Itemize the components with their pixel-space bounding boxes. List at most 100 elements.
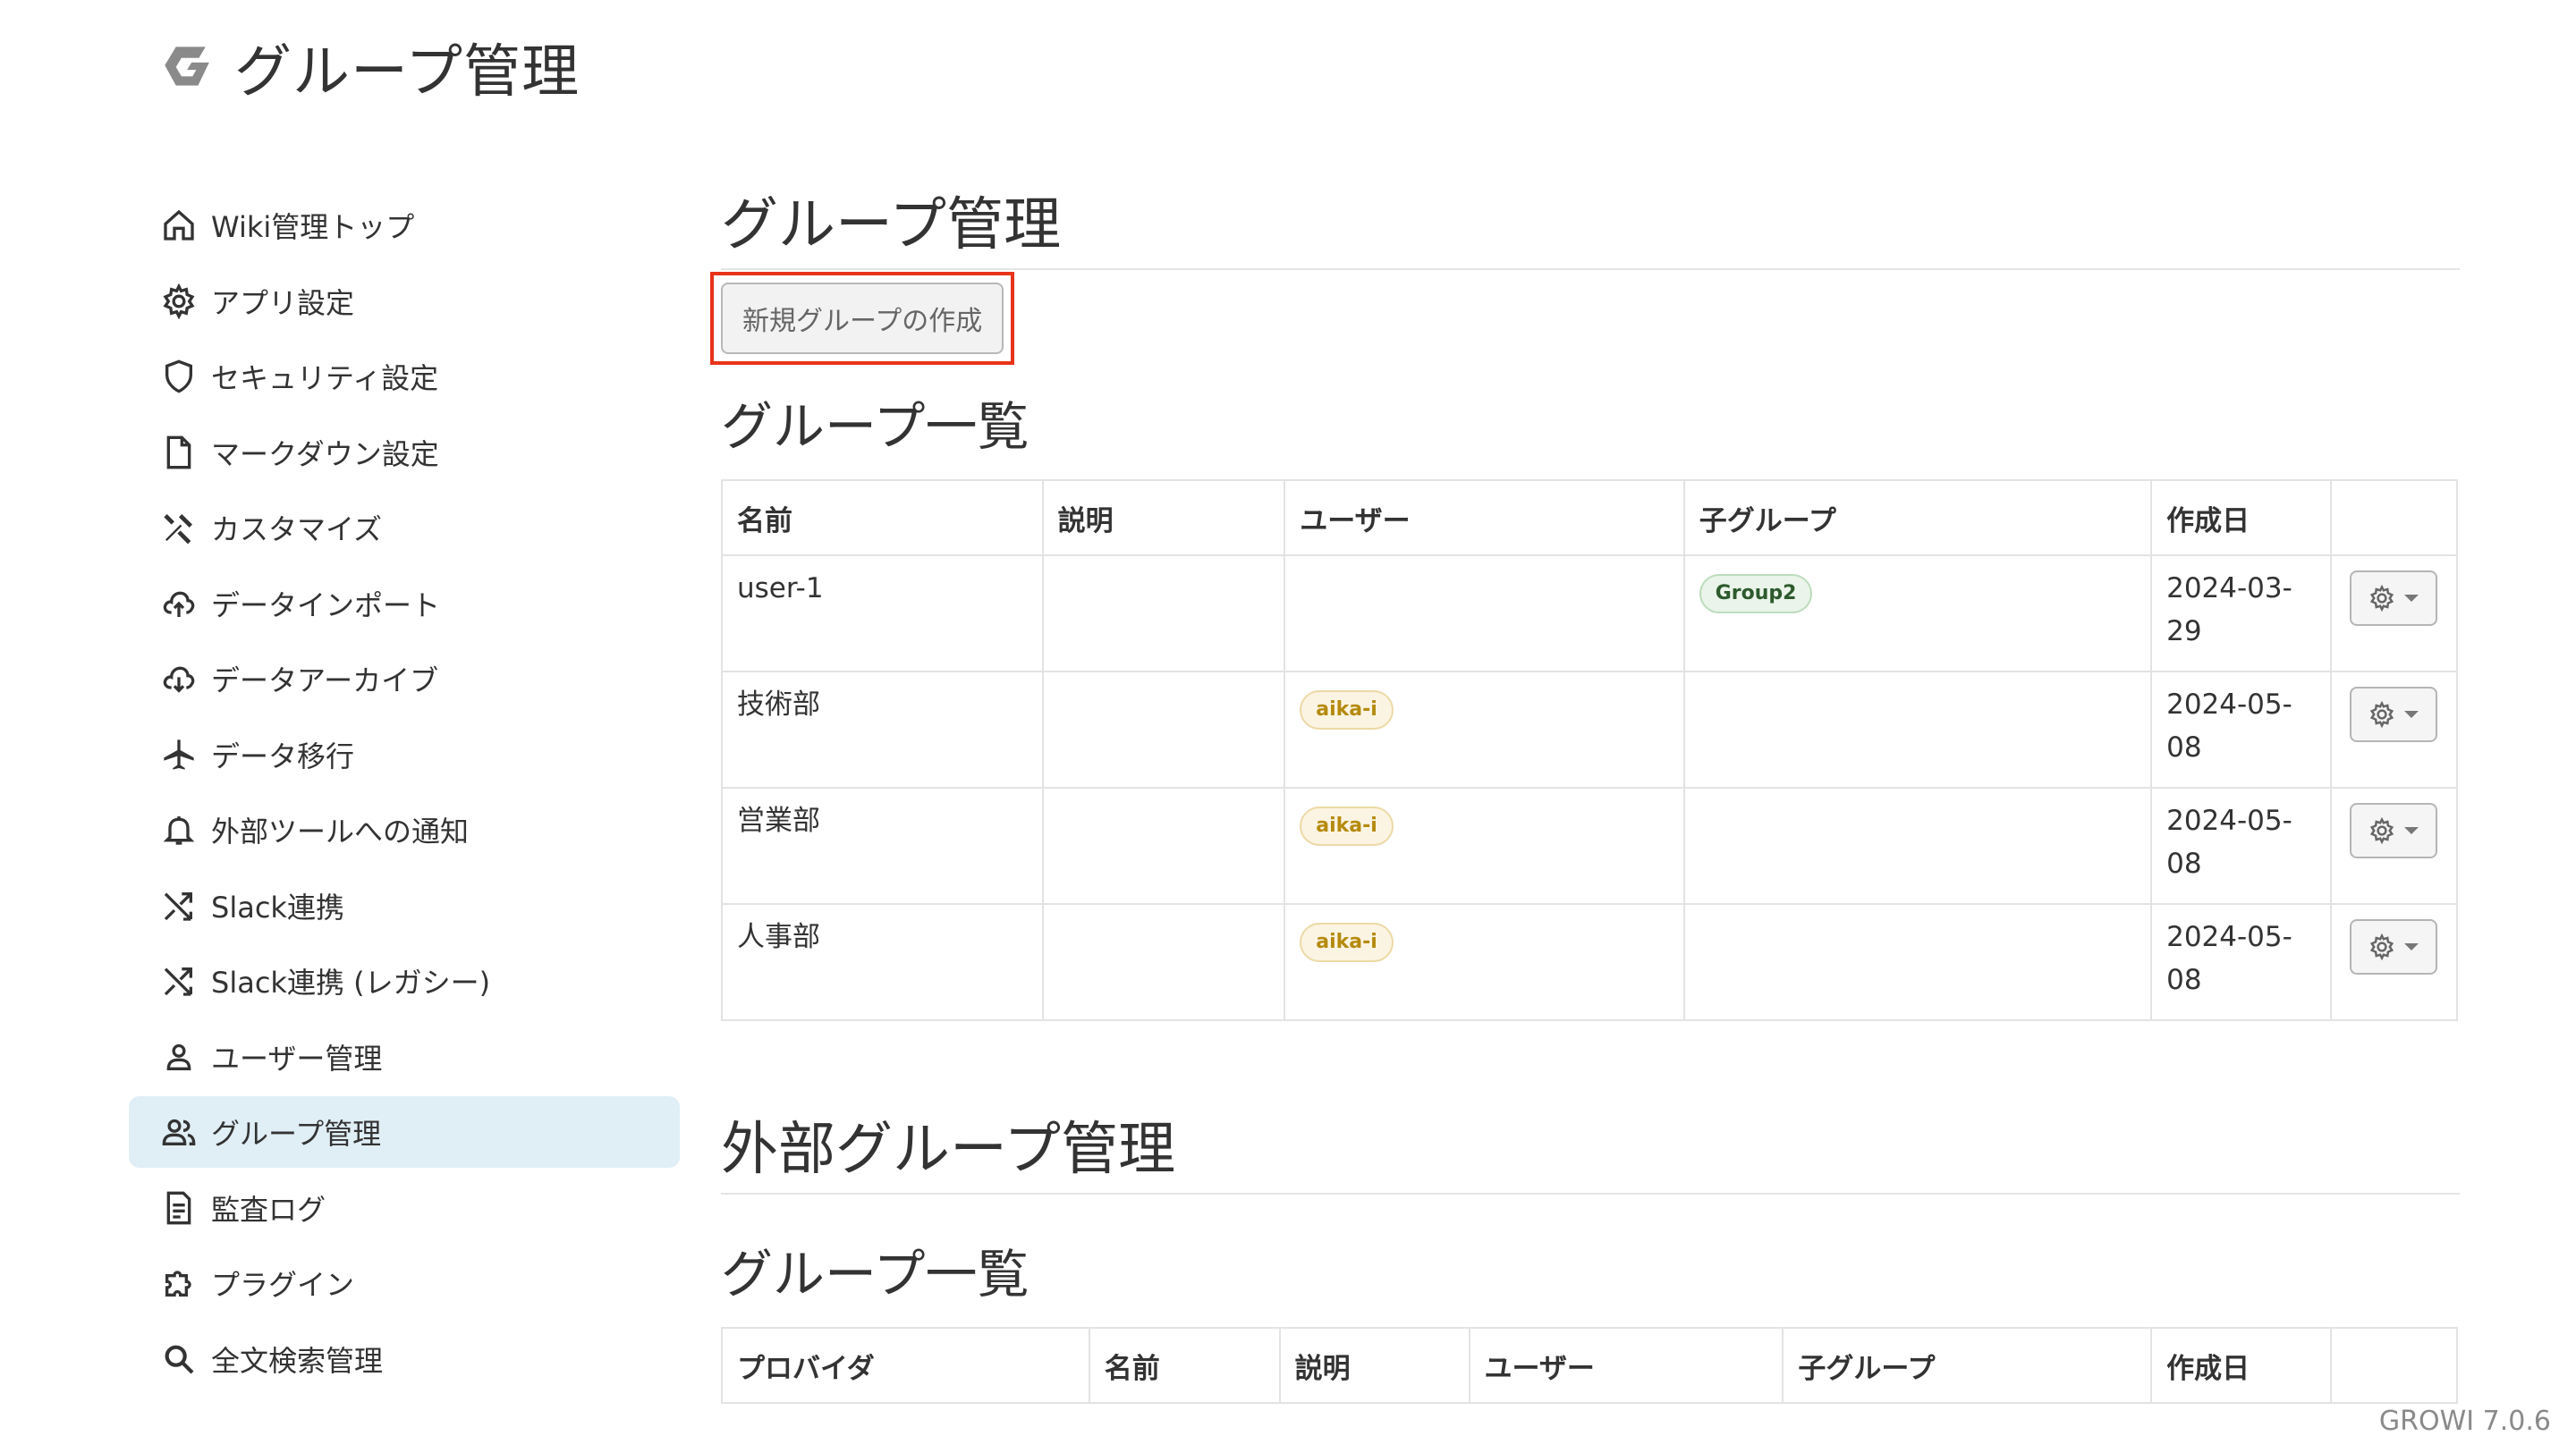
group-users-cell bbox=[1284, 554, 1685, 672]
sidebar-item-label: データインポート bbox=[211, 587, 441, 622]
group-created-cell: 2024-03-29 bbox=[2150, 554, 2332, 672]
user-badge[interactable]: aika-i bbox=[1300, 923, 1394, 962]
caret-down-icon bbox=[2403, 711, 2419, 718]
sidebar-item-label: アプリ設定 bbox=[211, 285, 355, 320]
sidebar-item-data-migration[interactable]: データ移行 bbox=[129, 719, 680, 790]
shuffle-icon bbox=[159, 886, 199, 925]
column-child-groups: 子グループ bbox=[1782, 1327, 2153, 1404]
group-actions-cell bbox=[2329, 671, 2459, 789]
sidebar-item-label: 外部ツールへの通知 bbox=[211, 815, 470, 849]
sidebar-item-audit-log[interactable]: 監査ログ bbox=[129, 1172, 680, 1244]
group-name-cell[interactable]: user-1 bbox=[721, 554, 1044, 672]
group-settings-dropdown[interactable] bbox=[2349, 803, 2437, 858]
sidebar-item-label: セキュリティ設定 bbox=[211, 361, 439, 395]
column-description: 説明 bbox=[1278, 1327, 1470, 1404]
sidebar-item-security[interactable]: セキュリティ設定 bbox=[129, 341, 680, 412]
group-actions-cell bbox=[2329, 903, 2459, 1021]
caret-down-icon bbox=[2403, 827, 2419, 834]
group-name-cell[interactable]: 技術部 bbox=[721, 671, 1044, 789]
document-text-icon bbox=[159, 1188, 199, 1228]
airplane-icon bbox=[159, 735, 199, 774]
gear-icon bbox=[2369, 585, 2394, 612]
page-title: グループ管理 bbox=[234, 39, 580, 106]
group-name-cell[interactable]: 営業部 bbox=[721, 787, 1044, 905]
section-title: グループ管理 bbox=[721, 179, 2460, 270]
search-icon bbox=[159, 1339, 199, 1379]
column-description: 説明 bbox=[1041, 479, 1286, 556]
sidebar-item-data-archive[interactable]: データアーカイブ bbox=[129, 643, 680, 714]
table-row: 技術部 aika-i 2024-05-08 bbox=[721, 671, 2459, 789]
group-settings-dropdown[interactable] bbox=[2349, 919, 2437, 975]
sidebar-item-slack[interactable]: Slack連携 bbox=[129, 870, 680, 942]
sidebar-item-markdown[interactable]: マークダウン設定 bbox=[129, 417, 680, 488]
sidebar-item-label: グループ管理 bbox=[211, 1117, 382, 1151]
admin-sidebar: Wiki管理トップ アプリ設定 セキュリティ設定 マークダウン設定 カスタマイズ… bbox=[129, 190, 680, 1398]
main-content: グループ管理 新規グループの作成 グループ一覧 名前 説明 ユーザー 子グループ… bbox=[710, 179, 2460, 1404]
caret-down-icon bbox=[2403, 595, 2419, 602]
sidebar-item-plugins[interactable]: プラグイン bbox=[129, 1247, 680, 1319]
group-child-cell bbox=[1682, 787, 2153, 905]
group-users-cell: aika-i bbox=[1284, 671, 1685, 789]
column-users: ユーザー bbox=[1284, 479, 1685, 556]
group-created-cell: 2024-05-08 bbox=[2150, 903, 2332, 1021]
group-description-cell bbox=[1041, 554, 1286, 672]
column-actions bbox=[2330, 1327, 2458, 1404]
sidebar-item-label: ユーザー管理 bbox=[211, 1041, 383, 1076]
sidebar-item-label: Wiki管理トップ bbox=[211, 210, 415, 244]
group-description-cell bbox=[1041, 787, 1286, 905]
table-row: 人事部 aika-i 2024-05-08 bbox=[721, 903, 2459, 1021]
cloud-download-icon bbox=[159, 659, 199, 698]
sidebar-item-wiki-top[interactable]: Wiki管理トップ bbox=[129, 190, 680, 261]
people-icon bbox=[159, 1112, 199, 1152]
sidebar-item-customize[interactable]: カスタマイズ bbox=[129, 492, 680, 563]
table-row: user-1 Group2 2024-03-29 bbox=[721, 554, 2459, 672]
table-row: 営業部 aika-i 2024-05-08 bbox=[721, 787, 2459, 905]
gear-icon bbox=[2369, 933, 2394, 960]
sidebar-item-label: データ移行 bbox=[211, 739, 355, 773]
column-created: 作成日 bbox=[2150, 479, 2332, 556]
cloud-upload-icon bbox=[159, 584, 199, 623]
column-created: 作成日 bbox=[2150, 1327, 2333, 1404]
user-badge[interactable]: aika-i bbox=[1300, 807, 1394, 846]
sidebar-item-label: 監査ログ bbox=[211, 1192, 326, 1227]
caret-down-icon bbox=[2403, 943, 2419, 950]
external-section-title: 外部グループ管理 bbox=[721, 1103, 2460, 1195]
gear-icon bbox=[2369, 701, 2394, 728]
sidebar-item-user-management[interactable]: ユーザー管理 bbox=[129, 1021, 680, 1093]
puzzle-icon bbox=[159, 1263, 199, 1303]
sidebar-item-notification[interactable]: 外部ツールへの通知 bbox=[129, 794, 680, 866]
home-icon bbox=[159, 206, 199, 245]
group-table: 名前 説明 ユーザー 子グループ 作成日 user-1 Group2 2024-… bbox=[721, 479, 2459, 1021]
group-settings-dropdown[interactable] bbox=[2349, 570, 2437, 626]
sidebar-item-app-settings[interactable]: アプリ設定 bbox=[129, 266, 680, 337]
column-child-groups: 子グループ bbox=[1682, 479, 2153, 556]
child-group-badge[interactable]: Group2 bbox=[1699, 574, 1813, 613]
group-actions-cell bbox=[2329, 554, 2459, 672]
gear-icon bbox=[159, 282, 199, 321]
sidebar-item-group-management[interactable]: グループ管理 bbox=[129, 1096, 680, 1168]
group-child-cell: Group2 bbox=[1682, 554, 2153, 672]
sidebar-item-label: Slack連携 (レガシー) bbox=[211, 966, 491, 1000]
create-group-button[interactable]: 新規グループの作成 bbox=[721, 283, 1004, 354]
gear-icon bbox=[2369, 817, 2394, 844]
version-label: GROWI 7.0.6 bbox=[2378, 1406, 2551, 1437]
group-description-cell bbox=[1041, 903, 1286, 1021]
external-group-table: プロバイダ 名前 説明 ユーザー 子グループ 作成日 bbox=[721, 1327, 2458, 1404]
group-name-cell[interactable]: 人事部 bbox=[721, 903, 1044, 1021]
sidebar-item-label: カスタマイズ bbox=[211, 512, 383, 546]
column-name: 名前 bbox=[721, 479, 1044, 556]
user-badge[interactable]: aika-i bbox=[1300, 690, 1394, 730]
sidebar-item-search-management[interactable]: 全文検索管理 bbox=[129, 1323, 680, 1395]
sidebar-item-slack-legacy[interactable]: Slack連携 (レガシー) bbox=[129, 945, 680, 1017]
group-settings-dropdown[interactable] bbox=[2349, 687, 2437, 742]
group-created-cell: 2024-05-08 bbox=[2150, 787, 2332, 905]
file-icon bbox=[159, 433, 199, 472]
group-child-cell bbox=[1682, 671, 2153, 789]
sidebar-item-label: マークダウン設定 bbox=[211, 436, 439, 471]
sidebar-item-data-import[interactable]: データインポート bbox=[129, 568, 680, 639]
tools-icon bbox=[159, 508, 199, 547]
table-header-row: 名前 説明 ユーザー 子グループ 作成日 bbox=[721, 479, 2459, 556]
bell-icon bbox=[159, 810, 199, 849]
group-description-cell bbox=[1041, 671, 1286, 789]
sidebar-item-label: Slack連携 bbox=[211, 890, 344, 925]
